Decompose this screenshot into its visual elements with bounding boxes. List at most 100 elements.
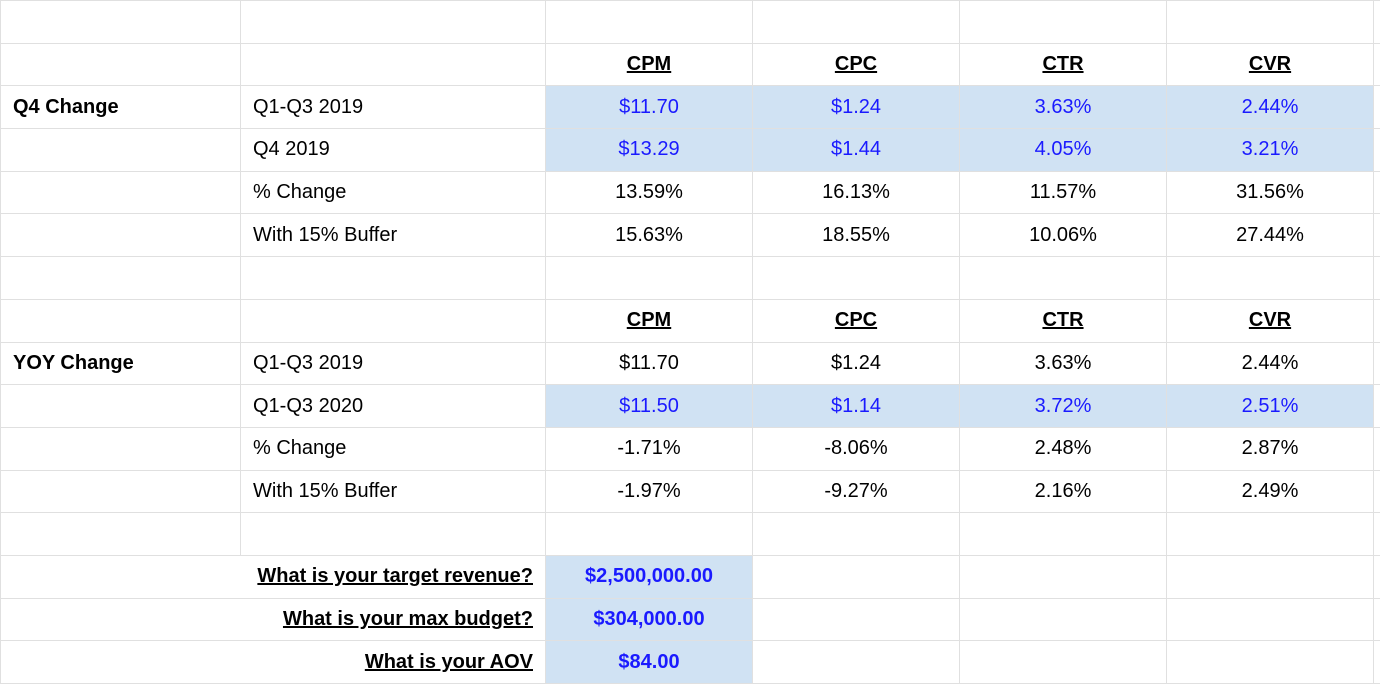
row-label[interactable]: % Change <box>241 171 546 214</box>
value-cell[interactable]: 2.16% <box>960 470 1167 513</box>
value-cell[interactable]: 3.63% <box>960 342 1167 385</box>
value-cell[interactable]: 3.72% <box>960 385 1167 428</box>
cell[interactable] <box>1 299 241 342</box>
cell[interactable] <box>1374 555 1380 598</box>
row-label[interactable]: With 15% Buffer <box>241 214 546 257</box>
cell[interactable] <box>1374 257 1380 300</box>
value-cell[interactable]: 2.49% <box>1167 470 1374 513</box>
value-cell[interactable]: 18.55% <box>753 214 960 257</box>
column-header-cpc[interactable]: CPC <box>753 299 960 342</box>
value-cell[interactable]: 2.44% <box>1167 342 1374 385</box>
cell[interactable] <box>753 1 960 44</box>
cell[interactable] <box>1167 257 1374 300</box>
question-target-revenue[interactable]: What is your target revenue? <box>1 555 546 598</box>
cell[interactable] <box>1374 385 1380 428</box>
cell[interactable] <box>1 385 241 428</box>
question-aov[interactable]: What is your AOV <box>1 641 546 684</box>
cell[interactable] <box>1 129 241 172</box>
answer-max-budget[interactable]: $304,000.00 <box>546 598 753 641</box>
cell[interactable] <box>1374 43 1380 86</box>
column-header-cvr[interactable]: CVR <box>1167 299 1374 342</box>
row-label[interactable]: Q1-Q3 2019 <box>241 86 546 129</box>
cell[interactable] <box>1 43 241 86</box>
column-header-cpm[interactable]: CPM <box>546 43 753 86</box>
cell[interactable] <box>960 257 1167 300</box>
value-cell[interactable]: $11.70 <box>546 342 753 385</box>
question-max-budget[interactable]: What is your max budget? <box>1 598 546 641</box>
cell[interactable] <box>241 1 546 44</box>
value-cell[interactable]: 11.57% <box>960 171 1167 214</box>
cell[interactable] <box>960 1 1167 44</box>
cell[interactable] <box>1374 171 1380 214</box>
value-cell[interactable]: -9.27% <box>753 470 960 513</box>
cell[interactable] <box>1374 342 1380 385</box>
column-header-cvr[interactable]: CVR <box>1167 43 1374 86</box>
cell[interactable] <box>546 257 753 300</box>
cell[interactable] <box>1374 598 1380 641</box>
value-cell[interactable]: $1.24 <box>753 86 960 129</box>
cell[interactable] <box>241 299 546 342</box>
value-cell[interactable]: -8.06% <box>753 427 960 470</box>
section-title-q4[interactable]: Q4 Change <box>1 86 241 129</box>
column-header-ctr[interactable]: CTR <box>960 299 1167 342</box>
value-cell[interactable]: 2.87% <box>1167 427 1374 470</box>
cell[interactable] <box>1374 86 1380 129</box>
cell[interactable] <box>1374 129 1380 172</box>
cell[interactable] <box>1374 1 1380 44</box>
cell[interactable] <box>1374 470 1380 513</box>
cell[interactable] <box>1374 214 1380 257</box>
row-label[interactable]: Q4 2019 <box>241 129 546 172</box>
cell[interactable] <box>753 598 960 641</box>
cell[interactable] <box>1374 299 1380 342</box>
column-header-cpm[interactable]: CPM <box>546 299 753 342</box>
row-label[interactable]: % Change <box>241 427 546 470</box>
value-cell[interactable]: 4.05% <box>960 129 1167 172</box>
cell[interactable] <box>1 427 241 470</box>
cell[interactable] <box>1167 555 1374 598</box>
row-label[interactable]: Q1-Q3 2019 <box>241 342 546 385</box>
answer-target-revenue[interactable]: $2,500,000.00 <box>546 555 753 598</box>
value-cell[interactable]: $1.44 <box>753 129 960 172</box>
value-cell[interactable]: 31.56% <box>1167 171 1374 214</box>
cell[interactable] <box>960 598 1167 641</box>
value-cell[interactable]: 2.48% <box>960 427 1167 470</box>
cell[interactable] <box>753 257 960 300</box>
value-cell[interactable]: 3.21% <box>1167 129 1374 172</box>
cell[interactable] <box>1374 513 1380 556</box>
cell[interactable] <box>1 1 241 44</box>
value-cell[interactable]: 2.51% <box>1167 385 1374 428</box>
value-cell[interactable]: $13.29 <box>546 129 753 172</box>
value-cell[interactable]: $1.24 <box>753 342 960 385</box>
cell[interactable] <box>241 257 546 300</box>
column-header-cpc[interactable]: CPC <box>753 43 960 86</box>
cell[interactable] <box>1 257 241 300</box>
cell[interactable] <box>546 513 753 556</box>
cell[interactable] <box>1167 1 1374 44</box>
value-cell[interactable]: 16.13% <box>753 171 960 214</box>
cell[interactable] <box>960 513 1167 556</box>
cell[interactable] <box>1167 641 1374 684</box>
cell[interactable] <box>753 641 960 684</box>
cell[interactable] <box>1 214 241 257</box>
cell[interactable] <box>1374 427 1380 470</box>
cell[interactable] <box>241 43 546 86</box>
column-header-ctr[interactable]: CTR <box>960 43 1167 86</box>
cell[interactable] <box>960 555 1167 598</box>
cell[interactable] <box>241 513 546 556</box>
row-label[interactable]: Q1-Q3 2020 <box>241 385 546 428</box>
value-cell[interactable]: $11.70 <box>546 86 753 129</box>
cell[interactable] <box>1374 641 1380 684</box>
cell[interactable] <box>546 1 753 44</box>
value-cell[interactable]: 3.63% <box>960 86 1167 129</box>
cell[interactable] <box>1167 513 1374 556</box>
cell[interactable] <box>753 513 960 556</box>
row-label[interactable]: With 15% Buffer <box>241 470 546 513</box>
value-cell[interactable]: $1.14 <box>753 385 960 428</box>
section-title-yoy[interactable]: YOY Change <box>1 342 241 385</box>
cell[interactable] <box>1 513 241 556</box>
value-cell[interactable]: 27.44% <box>1167 214 1374 257</box>
answer-aov[interactable]: $84.00 <box>546 641 753 684</box>
cell[interactable] <box>1 171 241 214</box>
value-cell[interactable]: 15.63% <box>546 214 753 257</box>
value-cell[interactable]: -1.71% <box>546 427 753 470</box>
